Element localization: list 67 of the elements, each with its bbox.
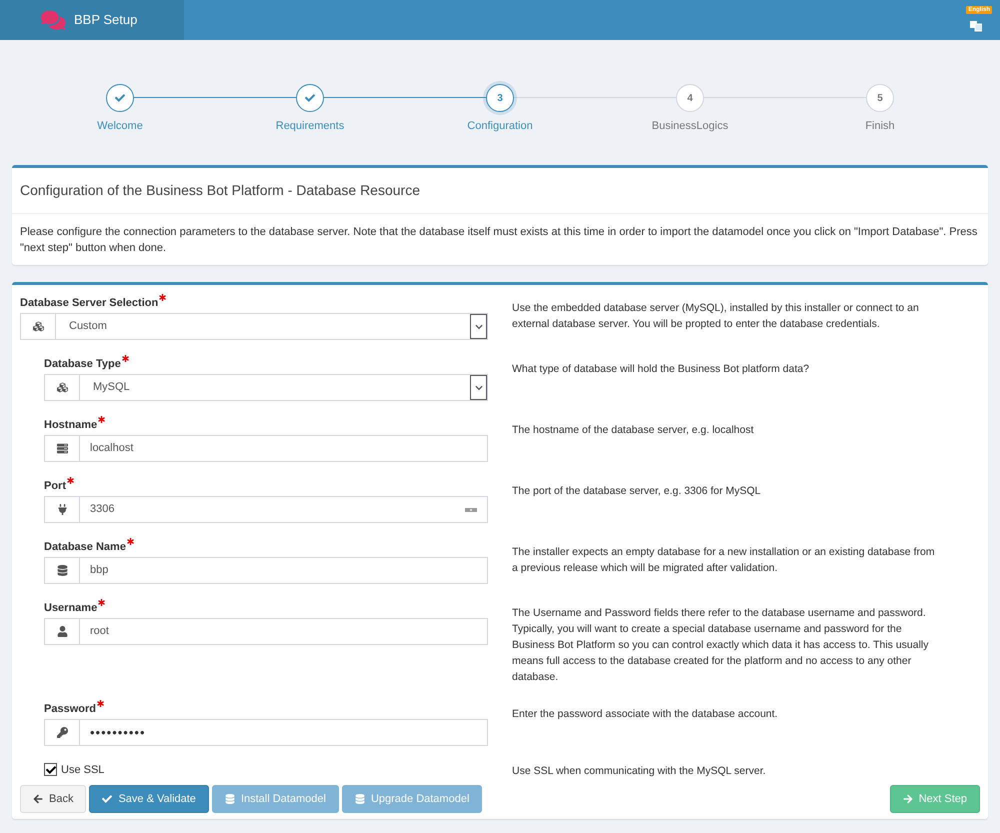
field-label: Database Type bbox=[44, 357, 121, 372]
select-field[interactable]: Custom bbox=[20, 313, 488, 340]
field-value: bbp bbox=[90, 563, 108, 578]
field-description: The Username and Password fields there refer to the database username and password. Typically, you will want to create a special database username and password for the Business Bot Platform so you can control exactly which data it has access to. This usually means full access to the database created for the platform and no access to any other database. bbox=[512, 606, 930, 685]
user-icon bbox=[56, 626, 68, 637]
check-icon bbox=[115, 93, 125, 103]
intro-text: Please configure the connection parameters to the database server. Note that the database itself must exists at this time in order to import the datamodel once you click on "Import Database". Press "next step" button when done. bbox=[19, 225, 978, 256]
database-icon bbox=[354, 794, 365, 804]
dropdown-caret[interactable] bbox=[470, 375, 487, 400]
step-label: Requirements bbox=[276, 119, 344, 134]
key-icon bbox=[56, 727, 68, 738]
field-description: The hostname of the database server, e.g. localhost bbox=[512, 423, 755, 438]
card-title: Configuration of the Business Bot Platform - Database Resource bbox=[12, 168, 988, 214]
database-icon bbox=[224, 794, 235, 804]
field-label: Password bbox=[44, 702, 96, 717]
chat-bubbles-icon bbox=[40, 9, 66, 31]
cubes-icon bbox=[56, 382, 68, 393]
input-field[interactable]: bbp bbox=[44, 557, 488, 584]
field-description: What type of database will hold the Business Bot platform data? bbox=[512, 362, 810, 377]
server-icon bbox=[56, 443, 68, 454]
input-field[interactable]: 3306 bbox=[44, 496, 488, 523]
brand-bar[interactable]: BBP Setup bbox=[0, 0, 184, 40]
field-label: Port bbox=[44, 479, 66, 494]
field-label: Hostname bbox=[44, 418, 98, 433]
plug-icon bbox=[56, 504, 68, 515]
arrow-left-icon bbox=[33, 794, 43, 804]
field-label: Database Server Selection bbox=[20, 296, 158, 311]
dropdown-caret[interactable] bbox=[470, 314, 487, 339]
spinner-icon bbox=[465, 508, 477, 512]
field-value: root bbox=[90, 624, 109, 640]
step-number: 5 bbox=[877, 92, 883, 106]
field-value: Custom bbox=[69, 319, 107, 334]
caret-icon bbox=[474, 322, 482, 330]
step-label: Configuration bbox=[467, 119, 533, 134]
app-title: BBP Setup bbox=[74, 11, 138, 30]
arrow-right-icon bbox=[902, 794, 913, 804]
step-number: 4 bbox=[687, 92, 693, 106]
check-icon bbox=[102, 794, 112, 804]
field-value: •••••••••• bbox=[90, 724, 146, 742]
step-label: Finish bbox=[865, 119, 895, 134]
field-value: localhost bbox=[90, 441, 134, 456]
input-field[interactable]: root bbox=[44, 618, 488, 645]
translate-icon[interactable] bbox=[970, 20, 982, 32]
field-value: 3306 bbox=[90, 502, 114, 518]
field-description: The port of the database server, e.g. 3306 for MySQL bbox=[512, 484, 762, 499]
step-label: BusinessLogics bbox=[652, 119, 728, 134]
field-label: Username bbox=[44, 601, 98, 616]
field-description: Use SSL when communicating with the MySQL server. bbox=[512, 764, 767, 779]
database-icon bbox=[56, 565, 68, 576]
field-label: Use SSL bbox=[61, 763, 104, 778]
select-field[interactable]: MySQL bbox=[44, 374, 488, 401]
input-field[interactable]: •••••••••• bbox=[44, 719, 488, 746]
step-number: 3 bbox=[497, 92, 503, 106]
field-description: The installer expects an empty database for a new installation or an existing database from a previous release which will be migrated after validation. bbox=[512, 545, 936, 576]
cubes-icon bbox=[32, 321, 44, 332]
action-button[interactable]: Save & Validate bbox=[89, 785, 209, 813]
checkbox[interactable] bbox=[44, 763, 57, 776]
step-label: Welcome bbox=[97, 119, 143, 134]
input-field[interactable]: localhost bbox=[44, 435, 488, 462]
check-icon bbox=[46, 764, 56, 774]
field-value: MySQL bbox=[93, 380, 130, 396]
field-description: Enter the password associate with the database account. bbox=[512, 707, 779, 722]
caret-icon bbox=[474, 384, 482, 392]
check-icon bbox=[305, 93, 315, 103]
field-label: Database Name bbox=[44, 540, 126, 555]
field-description: Use the embedded database server (MySQL), installed by this installer or connect to an external database server. You will be propted to enter the database credentials. bbox=[512, 301, 920, 332]
action-button[interactable]: Back bbox=[20, 785, 86, 813]
